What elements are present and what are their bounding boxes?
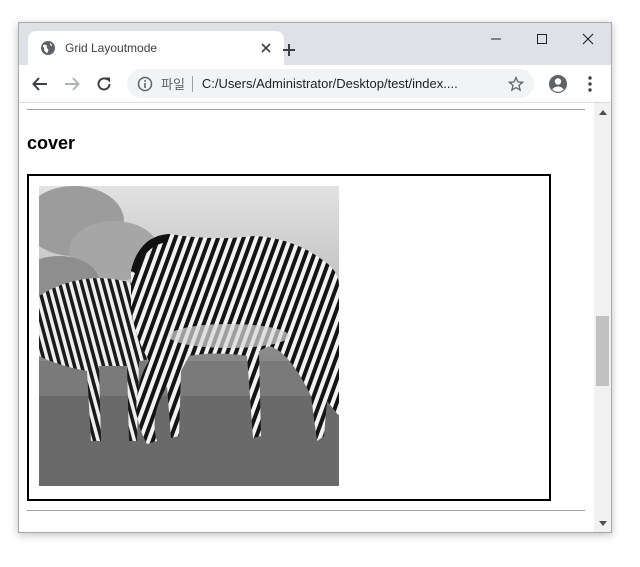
tab-title: Grid Layoutmode <box>65 41 158 55</box>
tab-grid-layoutmode[interactable]: Grid Layoutmode <box>28 31 284 65</box>
separator <box>191 75 193 92</box>
window-close-icon[interactable] <box>565 25 611 53</box>
page-viewport: cover <box>19 103 594 532</box>
plus-icon[interactable] <box>278 39 300 61</box>
address-bar[interactable]: 파일 C:/Users/Administrator/Desktop/test/i… <box>127 69 534 98</box>
scroll-down-arrow-icon[interactable] <box>594 515 611 532</box>
scroll-up-arrow-icon[interactable] <box>594 103 611 120</box>
divider <box>27 510 585 511</box>
grid-container <box>27 174 551 501</box>
tab-strip: Grid Layoutmode <box>19 23 611 65</box>
arrow-left-icon[interactable] <box>27 71 53 97</box>
zebra-image <box>39 186 339 486</box>
star-icon[interactable] <box>507 75 525 93</box>
reload-icon[interactable] <box>91 71 117 97</box>
browser-window: Grid Layoutmode 파일 C:/Users/Administrato… <box>18 22 612 533</box>
page-heading: cover <box>27 133 76 153</box>
url-text[interactable]: C:/Users/Administrator/Desktop/test/inde… <box>202 76 507 91</box>
divider <box>27 109 585 110</box>
info-icon[interactable] <box>137 76 153 92</box>
arrow-right-icon[interactable] <box>59 71 85 97</box>
minimize-icon[interactable] <box>473 25 519 53</box>
vertical-scrollbar[interactable] <box>594 103 611 532</box>
kebab-menu-icon[interactable] <box>577 71 603 97</box>
close-icon[interactable] <box>258 40 274 56</box>
account-icon[interactable] <box>545 71 571 97</box>
toolbar: 파일 C:/Users/Administrator/Desktop/test/i… <box>19 65 611 103</box>
maximize-icon[interactable] <box>519 25 565 53</box>
scrollbar-thumb[interactable] <box>596 316 609 386</box>
scheme-label: 파일 <box>161 77 185 92</box>
globe-icon <box>40 40 56 56</box>
